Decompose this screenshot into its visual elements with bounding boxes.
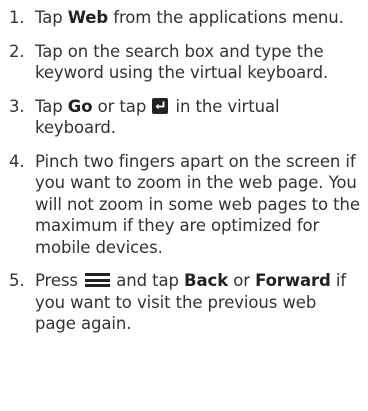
- step-text: Tap Go or tap in the virtual keyboard.: [35, 96, 362, 139]
- instruction-list: 1. Tap Web from the applications menu. 2…: [0, 0, 368, 411]
- step-number: 5.: [9, 271, 25, 290]
- step-1: 1. Tap Web from the applications menu.: [9, 7, 362, 29]
- step-5: 5. Press and tap Back or Forward if you …: [9, 270, 362, 335]
- step-text-part: from the applications menu.: [108, 8, 344, 27]
- step-text: Tap on the search box and type the keywo…: [35, 41, 329, 83]
- step-text: Tap Web from the applications menu.: [35, 7, 362, 29]
- step-text: Press and tap Back or Forward if you wan…: [35, 270, 362, 335]
- web-app-label: Web: [67, 8, 109, 27]
- step-text: Pinch two fingers apart on the screen if…: [35, 151, 360, 257]
- step-text-part: Tap: [35, 96, 68, 116]
- step-text-part: or tap: [92, 96, 152, 116]
- enter-key-icon: [152, 97, 169, 114]
- step-text-part: and tap: [111, 271, 185, 290]
- go-label: Go: [67, 96, 93, 116]
- step-4: 4. Pinch two fingers apart on the screen…: [9, 151, 362, 259]
- step-2: 2. Tap on the search box and type the ke…: [9, 41, 362, 84]
- step-text-part: Tap: [35, 8, 68, 27]
- forward-label: Forward: [255, 271, 331, 290]
- step-number: 4.: [9, 151, 25, 171]
- step-3: 3. Tap Go or tap in the virtual keyboard…: [9, 96, 362, 139]
- step-number: 3.: [9, 96, 25, 116]
- back-label: Back: [184, 271, 229, 290]
- step-text-part: or: [228, 271, 256, 290]
- step-number: 1.: [9, 8, 25, 27]
- step-text-part: Press: [35, 271, 84, 290]
- step-number: 2.: [9, 41, 25, 61]
- menu-key-icon: [85, 272, 111, 288]
